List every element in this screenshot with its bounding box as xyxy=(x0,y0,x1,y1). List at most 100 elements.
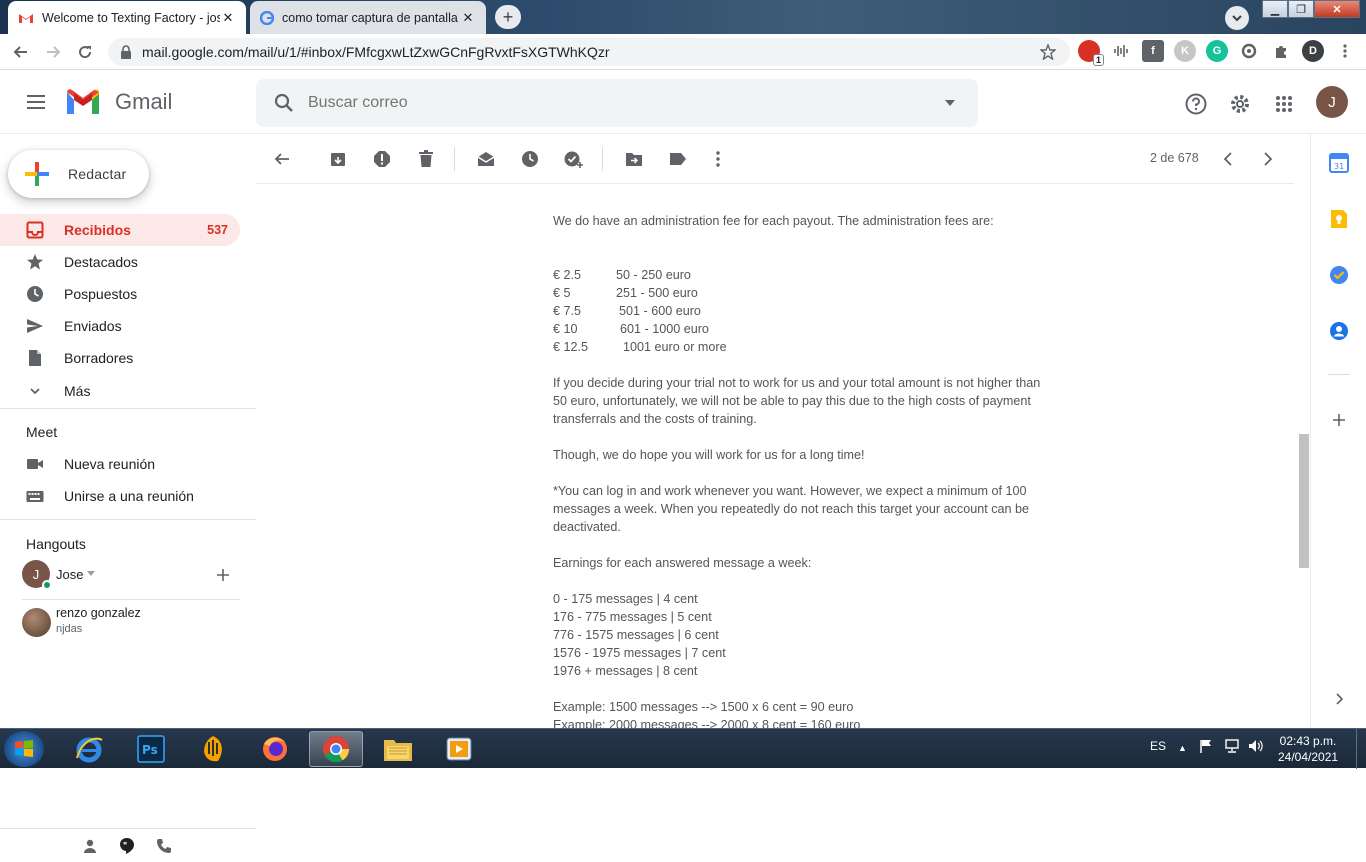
action-center-flag-icon[interactable] xyxy=(1200,739,1212,756)
apps-grid-icon[interactable] xyxy=(1270,90,1298,118)
chrome-taskbar-icon[interactable] xyxy=(309,731,363,767)
browser-tab-strip: Welcome to Texting Factory - jos ✕ como … xyxy=(0,0,1366,34)
status-dropdown-icon[interactable] xyxy=(87,571,96,577)
clock-date: 24/04/2021 xyxy=(1278,750,1339,764)
puzzle-extensions-icon[interactable] xyxy=(1270,40,1292,62)
divider xyxy=(0,519,256,520)
k-extension-icon[interactable]: K xyxy=(1174,40,1196,62)
chrome-menu-icon[interactable] xyxy=(1334,40,1356,62)
tab-search-icon[interactable] xyxy=(1225,6,1249,30)
search-options-icon[interactable] xyxy=(944,99,956,107)
main-menu-icon[interactable] xyxy=(24,90,48,114)
mark-unread-icon[interactable] xyxy=(474,147,498,171)
sidebar-item-sent[interactable]: Enviados xyxy=(0,310,240,342)
move-to-icon[interactable] xyxy=(622,147,646,171)
bookmark-star-icon[interactable] xyxy=(1040,44,1056,60)
sidebar-item-label: Destacados xyxy=(64,254,138,270)
close-tab-icon[interactable]: ✕ xyxy=(460,10,476,26)
circle-extension-icon[interactable] xyxy=(1238,40,1260,62)
meet-new-meeting[interactable]: Nueva reunión xyxy=(0,448,240,480)
back-to-inbox-icon[interactable] xyxy=(270,147,294,171)
newer-chevron-left-icon[interactable] xyxy=(1216,147,1240,171)
meet-join-meeting[interactable]: Unirse a una reunión xyxy=(0,480,240,512)
audio-wave-icon[interactable] xyxy=(1110,40,1132,62)
sidebar-item-starred[interactable]: Destacados xyxy=(0,246,240,278)
sidebar-item-inbox[interactable]: Recibidos 537 xyxy=(0,214,240,246)
fee-row: € 10 601 - 1000 euro xyxy=(553,320,1053,338)
grammarly-icon[interactable]: G xyxy=(1206,40,1228,62)
browser-tab-gmail[interactable]: Welcome to Texting Factory - jos ✕ xyxy=(8,1,246,34)
browser-tab-google[interactable]: como tomar captura de pantalla ✕ xyxy=(250,1,486,34)
svg-text:31: 31 xyxy=(1334,162,1344,171)
new-tab-button[interactable]: + xyxy=(495,5,521,29)
hangouts-user[interactable]: J Jose xyxy=(22,560,96,590)
extension-icon-red[interactable]: 1 xyxy=(1078,40,1104,66)
compose-button[interactable]: Redactar xyxy=(8,150,149,198)
keep-icon[interactable] xyxy=(1328,208,1350,230)
meet-section-title: Meet xyxy=(26,424,58,440)
url-text: mail.google.com/mail/u/1/#inbox/FMfcgxwL… xyxy=(142,44,610,60)
gmail-logo[interactable]: Gmail xyxy=(65,88,172,116)
archive-icon[interactable] xyxy=(326,147,350,171)
account-avatar[interactable]: J xyxy=(1316,86,1348,118)
photoshop-icon[interactable]: Ps xyxy=(124,731,178,767)
vertical-scrollbar[interactable] xyxy=(1298,134,1310,728)
forward-button[interactable] xyxy=(40,40,66,64)
facebook-icon[interactable]: f xyxy=(1142,40,1164,62)
more-options-icon[interactable] xyxy=(706,147,730,171)
language-indicator[interactable]: ES xyxy=(1150,739,1166,753)
firefox-icon[interactable] xyxy=(248,731,302,767)
scrollbar-thumb[interactable] xyxy=(1299,434,1309,568)
profile-avatar[interactable]: D xyxy=(1302,40,1324,62)
person-icon[interactable] xyxy=(82,838,98,859)
hangouts-contact[interactable]: renzo gonzalez njdas xyxy=(22,606,141,637)
fee-row: € 12.5 1001 euro or more xyxy=(553,338,1053,356)
fee-range: 501 - 600 euro xyxy=(619,304,701,318)
maximize-button[interactable]: ❐ xyxy=(1288,0,1314,18)
file-explorer-icon[interactable] xyxy=(371,731,425,767)
network-icon[interactable] xyxy=(1224,739,1240,756)
search-input[interactable] xyxy=(308,94,908,112)
label-icon[interactable] xyxy=(666,147,690,171)
show-hidden-icons[interactable]: ▲ xyxy=(1178,743,1187,753)
start-button[interactable] xyxy=(4,731,44,767)
volume-icon[interactable] xyxy=(1248,739,1264,756)
new-conversation-plus-icon[interactable] xyxy=(216,568,230,587)
contacts-icon[interactable] xyxy=(1328,320,1350,342)
close-tab-icon[interactable]: ✕ xyxy=(220,10,236,26)
tasks-icon[interactable] xyxy=(1328,264,1350,286)
system-clock[interactable]: 02:43 p.m. 24/04/2021 xyxy=(1278,733,1338,765)
sidebar-item-drafts[interactable]: Borradores xyxy=(0,342,240,374)
older-chevron-right-icon[interactable] xyxy=(1256,147,1280,171)
address-bar[interactable]: mail.google.com/mail/u/1/#inbox/FMfcgxwL… xyxy=(108,38,1070,66)
reload-button[interactable] xyxy=(72,40,98,64)
back-button[interactable] xyxy=(8,40,34,64)
sidebar-item-more[interactable]: Más xyxy=(0,375,240,407)
fl-studio-icon[interactable] xyxy=(186,731,240,767)
minimize-button[interactable]: ▁ xyxy=(1262,0,1288,18)
get-addons-plus-icon[interactable] xyxy=(1328,409,1350,431)
search-bar[interactable] xyxy=(256,79,978,127)
sidebar-item-snoozed[interactable]: Pospuestos xyxy=(0,278,240,310)
contact-avatar xyxy=(22,608,51,637)
browser-toolbar: mail.google.com/mail/u/1/#inbox/FMfcgxwL… xyxy=(0,34,1366,70)
report-spam-icon[interactable] xyxy=(370,147,394,171)
show-desktop-button[interactable] xyxy=(1356,729,1366,769)
internet-explorer-icon[interactable] xyxy=(62,731,116,767)
search-icon[interactable] xyxy=(274,93,294,113)
divider xyxy=(0,408,256,409)
expand-panel-chevron-icon[interactable] xyxy=(1328,688,1350,710)
media-player-icon[interactable] xyxy=(432,731,486,767)
star-icon xyxy=(27,254,43,270)
phone-icon[interactable] xyxy=(156,838,172,859)
close-window-button[interactable]: ✕ xyxy=(1314,0,1360,18)
help-icon[interactable] xyxy=(1182,90,1210,118)
add-to-tasks-icon[interactable] xyxy=(562,147,586,171)
settings-gear-icon[interactable] xyxy=(1226,90,1254,118)
calendar-icon[interactable]: 31 xyxy=(1328,152,1350,174)
delete-icon[interactable] xyxy=(414,147,438,171)
hangouts-chat-icon[interactable]: ❞ xyxy=(118,837,136,860)
meet-item-label: Nueva reunión xyxy=(64,456,156,472)
snooze-clock-icon[interactable] xyxy=(518,147,542,171)
main-content: 2 de 678 We do have an administration fe… xyxy=(256,134,1310,732)
